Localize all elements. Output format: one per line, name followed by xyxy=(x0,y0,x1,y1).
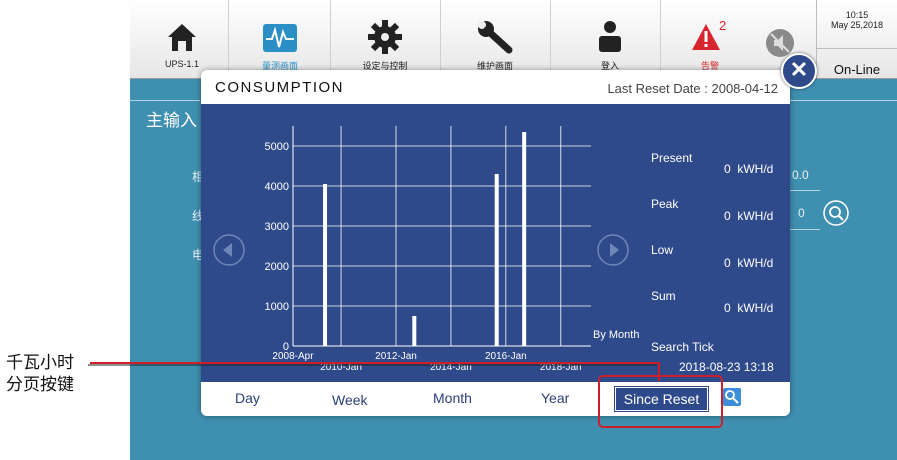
tab-year[interactable]: Year xyxy=(541,390,569,406)
x-tick-label: 2014-Jan xyxy=(430,362,472,373)
popup-title: CONSUMPTION xyxy=(215,79,344,96)
alarm-count: 2 xyxy=(719,18,727,33)
low-label: Low xyxy=(651,243,674,257)
consumption-bar xyxy=(323,184,328,346)
tab-month[interactable]: Month xyxy=(433,390,472,406)
section-title: 主输入 xyxy=(146,111,197,130)
peak-value: 0 kWH/d xyxy=(724,209,774,223)
chart-panel: 0 1000 2000 3000 4000 5000 2008-Apr 2012-Jan 20… xyxy=(201,104,790,382)
toolbar-home[interactable]: UPS-1.1 xyxy=(152,0,212,78)
clock: 10:15 May 25,2018 xyxy=(816,0,897,49)
x-tick-label: 2008-Apr xyxy=(272,351,314,362)
annotation-line1: 千瓦小时 xyxy=(6,353,74,372)
present-value: 0 kWH/d xyxy=(724,162,774,176)
search-tick-value: 2018-08-23 13:18 xyxy=(679,360,774,374)
consumption-bar xyxy=(412,316,417,346)
y-tick-label: 5000 xyxy=(265,141,289,153)
clock-date: May 25,2018 xyxy=(830,20,884,30)
tab-search-button[interactable] xyxy=(723,388,741,406)
present-label: Present xyxy=(651,151,693,165)
next-arrow-icon[interactable] xyxy=(596,233,630,267)
y-tick-label: 2000 xyxy=(265,261,289,273)
last-reset-date: Last Reset Date : 2008-04-12 xyxy=(607,81,778,96)
x-tick-label: 2016-Jan xyxy=(485,351,527,362)
home-icon xyxy=(168,24,196,51)
waveform-icon xyxy=(263,24,297,52)
low-value: 0 kWH/d xyxy=(724,256,774,270)
y-tick-label: 1000 xyxy=(265,301,289,313)
toolbar-measure[interactable]: 量测画面 xyxy=(240,0,320,78)
toolbar-settings[interactable]: 设定与控制 xyxy=(345,0,425,78)
toolbar-login[interactable]: 登入 xyxy=(575,0,645,78)
search-tick-label: Search Tick xyxy=(651,340,714,354)
search-icon[interactable] xyxy=(823,200,849,226)
y-tick-label: 4000 xyxy=(265,181,289,193)
highlight-box xyxy=(598,375,723,428)
x-tick-label: 2018-Jan xyxy=(540,362,582,373)
consumption-bar xyxy=(494,174,499,346)
user-icon xyxy=(599,21,621,52)
mute-icon[interactable] xyxy=(765,28,795,58)
peak-label: Peak xyxy=(651,197,679,211)
toolbar-maintenance[interactable]: 维护画面 xyxy=(455,0,535,78)
tab-day[interactable]: Day xyxy=(235,390,260,406)
sum-label: Sum xyxy=(651,289,676,303)
consumption-bar xyxy=(522,132,527,346)
status-online: On-Line xyxy=(816,49,897,78)
tab-week[interactable]: Week xyxy=(332,392,368,408)
gear-icon xyxy=(368,20,402,54)
prev-arrow-icon[interactable] xyxy=(212,233,246,267)
x-tick-label: 2012-Jan xyxy=(375,351,417,362)
wrench-icon xyxy=(478,21,513,54)
annotation-line2: 分页按键 xyxy=(6,375,74,394)
by-month-label: By Month xyxy=(593,329,640,341)
clock-time: 10:15 xyxy=(845,10,869,20)
toolbar-home-label: UPS-1.1 xyxy=(164,59,199,69)
y-tick-label: 3000 xyxy=(265,221,289,233)
close-button[interactable]: ✕ xyxy=(781,53,817,89)
x-tick-label: 2010-Jan xyxy=(320,362,362,373)
row1-value: 0.0 xyxy=(792,168,809,182)
consumption-popup: CONSUMPTION Last Reset Date : 2008-04-12… xyxy=(201,70,790,416)
row2-value: 0 xyxy=(798,206,805,220)
sum-value: 0 kWH/d xyxy=(724,301,774,315)
toolbar-alarm[interactable]: 2 告警 xyxy=(675,0,745,78)
magnifier-icon xyxy=(725,390,739,404)
